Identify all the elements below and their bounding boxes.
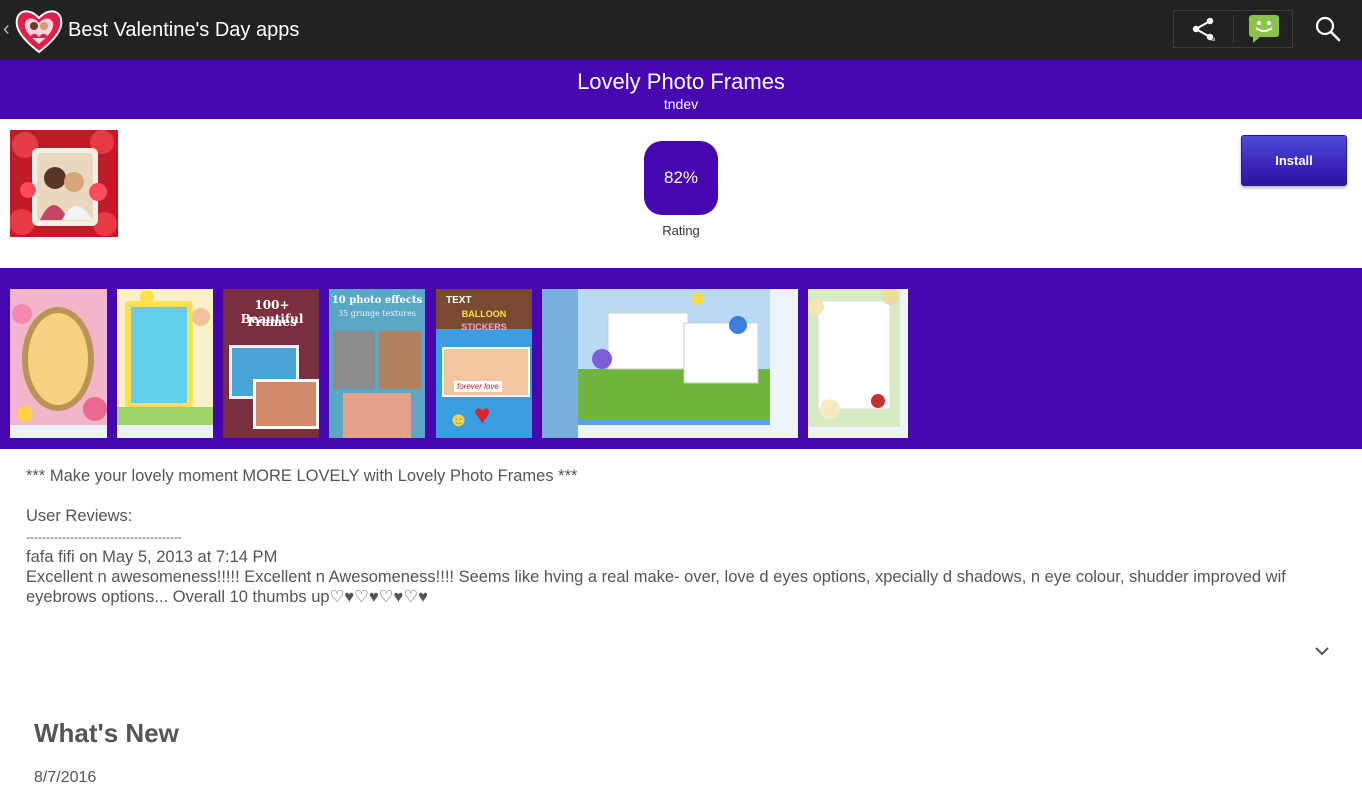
rating-label: Rating (662, 223, 700, 238)
screenshot-thumbnail[interactable] (117, 289, 213, 438)
screenshot-caption: Frames (247, 315, 297, 329)
screenshot-caption: 35 grunge textures (338, 309, 416, 318)
screenshot-thumbnail[interactable]: 10 photo effects 35 grunge textures (329, 289, 425, 438)
effect-sample (333, 331, 375, 389)
screenshot-thumbnail[interactable] (10, 289, 107, 438)
chevron-down-icon[interactable] (1313, 644, 1331, 658)
chat-icon (1249, 15, 1279, 43)
actionbar-title: Best Valentine's Day apps (68, 19, 300, 41)
heart-sticker: ♥ (474, 399, 491, 430)
screenshot-thumbnail[interactable]: TEXT BALLOON STICKERS forever love ☻ ♥ (436, 289, 532, 438)
heart-logo-icon[interactable] (13, 4, 65, 56)
screenshot-caption: STICKERS (461, 322, 507, 332)
search-icon (1315, 16, 1341, 42)
review-author: fafa fifi on May 5, 2013 at 7:14 PM (26, 547, 278, 566)
app-description: *** Make your lovely moment MORE LOVELY … (26, 466, 1336, 607)
developer-name[interactable]: tndev (0, 96, 1362, 112)
search-button[interactable] (1306, 11, 1350, 47)
reviews-separator: --------------------------------------- (26, 529, 182, 544)
screenshot-thumbnail[interactable] (542, 289, 798, 438)
screenshot-caption: TEXT (446, 295, 472, 306)
sticker-text: forever love (454, 381, 502, 392)
install-button[interactable]: Install (1241, 135, 1347, 186)
description-tagline: *** Make your lovely moment MORE LOVELY … (26, 467, 578, 485)
whats-new-heading: What's New (34, 718, 179, 748)
share-icon (1192, 17, 1215, 41)
whats-new-date: 8/7/2016 (34, 769, 97, 786)
screenshot-thumbnail[interactable]: 100+ Beautiful Frames (223, 289, 319, 438)
emoji-sticker: ☻ (448, 409, 470, 431)
effect-sample (379, 331, 421, 389)
rating-badge: 82% (644, 141, 718, 215)
app-icon-image (10, 130, 118, 237)
screenshot-thumbnail[interactable] (808, 289, 908, 438)
actionbar-divider (1233, 15, 1234, 43)
reviews-heading: User Reviews: (26, 507, 133, 526)
frame-sample (253, 379, 319, 429)
screenshot-caption: 10 photo effects (331, 295, 423, 306)
back-icon[interactable]: ‹ (3, 19, 10, 39)
share-button[interactable] (1174, 11, 1232, 47)
app-name: Lovely Photo Frames (577, 69, 785, 94)
screenshot-caption: BALLOON (461, 309, 507, 319)
effect-sample (343, 393, 411, 438)
chat-button[interactable] (1236, 11, 1292, 47)
review-text: Excellent n awesomeness!!!!! Excellent n… (26, 567, 1291, 607)
